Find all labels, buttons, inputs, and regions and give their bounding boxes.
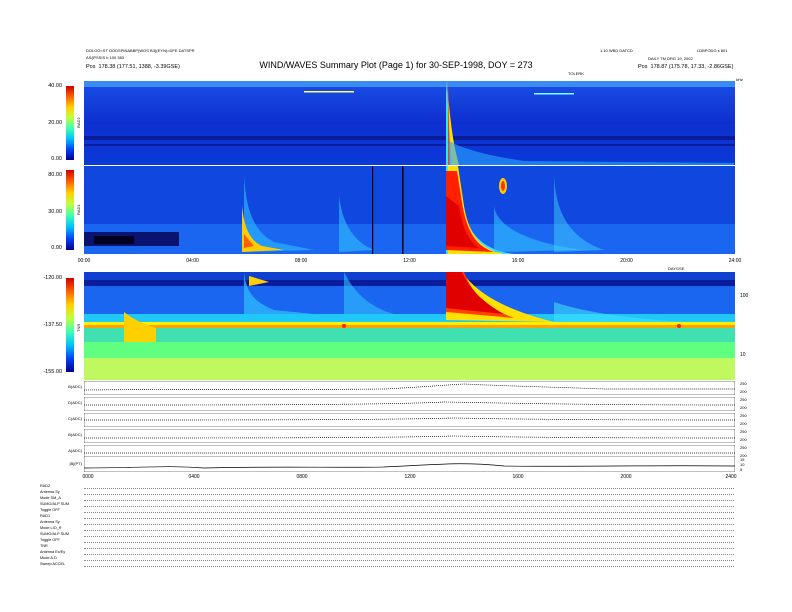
time-tick: 0400 bbox=[188, 474, 200, 480]
time-axis-top: 00:00 04:00 08:00 12:00 16:00 20:00 24:0… bbox=[78, 258, 742, 266]
trace-6 bbox=[84, 456, 735, 472]
trace-6-label: |B|(PT) bbox=[69, 461, 82, 466]
tnr-right-tick-100: 100 bbox=[740, 293, 749, 299]
trace-4 bbox=[84, 429, 735, 443]
info-rad1-row: Toggle OFF bbox=[40, 538, 60, 542]
tnr-right-tick-10: 10 bbox=[740, 352, 746, 358]
time-tick: 0800 bbox=[296, 474, 308, 480]
time-axis-bottom: 0000 0400 0800 1200 1600 2000 2400 bbox=[82, 474, 737, 482]
rad1-label: RAD1 bbox=[76, 204, 81, 215]
info-dotline bbox=[84, 542, 734, 543]
info-dotline bbox=[84, 506, 734, 507]
rad2-label: RAD2 bbox=[76, 117, 81, 128]
rad2-spectrogram bbox=[84, 81, 735, 165]
info-dotline bbox=[84, 566, 734, 567]
trace-2-right-top: 250 bbox=[740, 397, 747, 402]
header-left-line1: DOLOG=ST OODSPINABBP(WOS B3)(EYN)=DFE DA… bbox=[86, 48, 195, 53]
rad2-colorbar bbox=[66, 86, 74, 160]
time-axis-marker: DAYGSE bbox=[668, 266, 685, 271]
time-tick: 12:00 bbox=[403, 258, 416, 264]
khz-label: kHz bbox=[736, 77, 743, 82]
info-rad2-row: Mode SM_A bbox=[40, 496, 61, 500]
header-sub-right: TOLERK bbox=[568, 71, 584, 76]
trace-1-right-bot: 200 bbox=[740, 389, 747, 394]
info-dotline bbox=[84, 512, 734, 513]
rad1-tick-bot: 0.00 bbox=[51, 245, 62, 251]
rad2-tick-top: 40.00 bbox=[48, 83, 62, 89]
info-tnr-row: Antenna Ex/Ey bbox=[40, 550, 66, 554]
rad1-colorbar bbox=[66, 170, 74, 250]
info-dotline bbox=[84, 530, 734, 531]
info-dotline bbox=[84, 500, 734, 501]
trace-1-label: B(ADC) bbox=[68, 384, 82, 389]
trace-3 bbox=[84, 413, 735, 427]
info-rad1-row: Mode LIO_R bbox=[40, 526, 62, 530]
rad1-tick-mid: 30.00 bbox=[48, 209, 62, 215]
info-dotline bbox=[84, 494, 734, 495]
header-right-line1: 1.10 WBD DATCD bbox=[600, 48, 633, 53]
info-tnr-row: Sweep ACCEL bbox=[40, 562, 66, 566]
info-rad2-row: SUMO/ALP SUM bbox=[40, 502, 70, 506]
trace-5-label: A(ADC) bbox=[68, 448, 82, 453]
trace-1-right-top: 250 bbox=[740, 381, 747, 386]
time-tick: 2400 bbox=[725, 474, 737, 480]
info-dotline bbox=[84, 560, 734, 561]
info-rad1-row: Antenna Sy bbox=[40, 520, 60, 524]
trace-4-label: B(ADC) bbox=[68, 432, 82, 437]
info-dotline bbox=[84, 518, 734, 519]
time-tick: 20:00 bbox=[620, 258, 633, 264]
info-rad2-row: Antenna Sy bbox=[40, 490, 60, 494]
info-rad2-row: Toggle OFF bbox=[40, 508, 60, 512]
trace-5-right-top: 250 bbox=[740, 445, 747, 450]
rad1-spectrogram bbox=[84, 166, 735, 254]
time-tick: 08:00 bbox=[294, 258, 308, 264]
trace-2-right-bot: 200 bbox=[740, 405, 747, 410]
rad1-tick-top: 80.00 bbox=[48, 172, 62, 178]
tnr-label: TNR bbox=[76, 323, 81, 332]
tnr-tick-top: -120.00 bbox=[43, 275, 62, 281]
trace-3-label: C(ADC) bbox=[68, 416, 82, 421]
info-dotline bbox=[84, 548, 734, 549]
tnr-tick-bot: -155.00 bbox=[43, 369, 62, 375]
time-tick: 00:00 bbox=[77, 258, 91, 264]
time-tick: 16:00 bbox=[511, 258, 525, 264]
trace-4-right-bot: 200 bbox=[740, 437, 747, 442]
header-right-pos: Pos 178.87 (175.78, 17.33, -2.86GSE) bbox=[638, 64, 734, 70]
trace-1 bbox=[84, 381, 735, 395]
trace-3-right-top: 250 bbox=[740, 413, 747, 418]
time-tick: 24:00 bbox=[728, 258, 742, 264]
info-tnr-row: Mode A-D bbox=[40, 556, 57, 560]
info-dotline bbox=[84, 536, 734, 537]
time-tick: 1600 bbox=[512, 474, 524, 480]
trace-2 bbox=[84, 397, 735, 411]
info-dotline bbox=[84, 554, 734, 555]
info-tnr-header: TNR bbox=[40, 544, 48, 548]
tnr-spectrogram bbox=[84, 272, 735, 380]
rad2-tick-bot: 0.00 bbox=[51, 156, 62, 162]
time-tick: 0000 bbox=[82, 474, 94, 480]
trace-4-right-top: 250 bbox=[740, 429, 747, 434]
time-tick: 2000 bbox=[620, 474, 632, 480]
header-right-line2: DAILY TM DRG 19, 2002 bbox=[648, 56, 693, 61]
info-rad1-row: SUMO/ALP SUM bbox=[40, 532, 70, 536]
trace-2-label: D(ADC) bbox=[68, 400, 82, 405]
info-dotline bbox=[84, 524, 734, 525]
time-tick: 04:00 bbox=[186, 258, 199, 264]
trace-6-right-bot: 5 bbox=[740, 467, 743, 472]
info-rad1-header: RAD1 bbox=[40, 514, 51, 518]
header-right-line1b: LDBPODG s 801 bbox=[697, 48, 728, 53]
time-tick: 1200 bbox=[404, 474, 416, 480]
tnr-colorbar bbox=[66, 278, 74, 372]
info-dotline bbox=[84, 488, 734, 489]
tnr-tick-mid: -137.50 bbox=[43, 322, 62, 328]
trace-3-right-bot: 200 bbox=[740, 421, 747, 426]
rad2-tick-mid: 20.00 bbox=[48, 120, 62, 126]
info-rad2-header: RAD2 bbox=[40, 484, 51, 488]
